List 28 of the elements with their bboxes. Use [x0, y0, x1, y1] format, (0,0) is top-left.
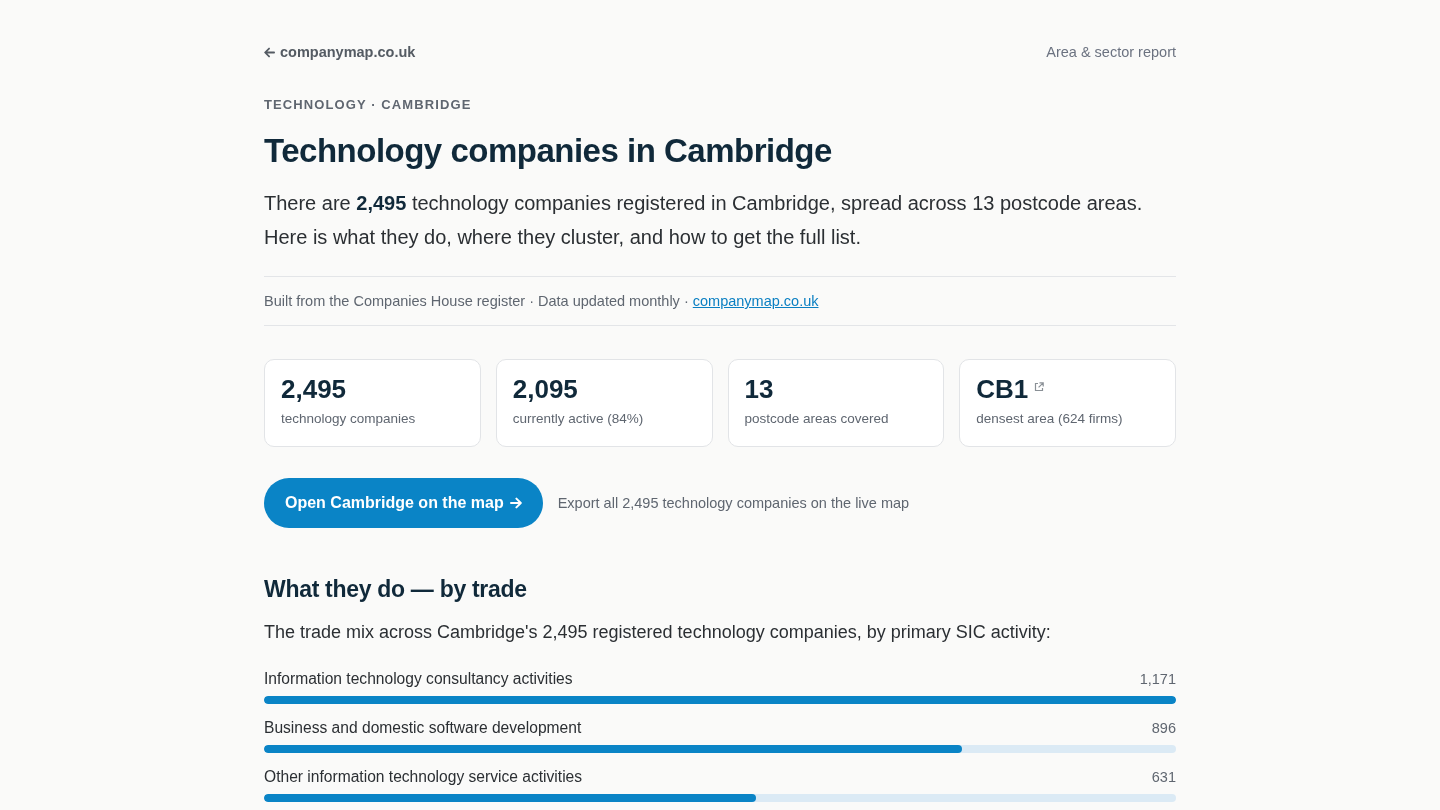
report-label: Area & sector report [1046, 44, 1176, 60]
stat-value: 2,495 [281, 374, 347, 404]
stat-value: CB1 [976, 374, 1029, 404]
stat-label: currently active (84%) [512, 410, 645, 428]
trade-label: Business and domestic software development [264, 719, 582, 737]
source-note: Built from the Companies House register · Data updated monthly · companymap.co.uk [264, 292, 820, 311]
category-eyebrow: TECHNOLOGY · CAMBRIDGE [264, 97, 473, 113]
stat-label: technology companies [281, 410, 417, 428]
trade-label: Information technology consultancy activities [264, 670, 573, 688]
open-map-button[interactable]: Open Cambridge on the map [264, 478, 543, 528]
stat-value: 2,095 [512, 374, 578, 404]
trade-count: 896 [1151, 720, 1176, 736]
trade-count: 631 [1151, 769, 1176, 785]
left-arrow-icon [264, 46, 275, 58]
intro-paragraph: There are 2,495 technology companies registered in Cambridge, spread across 13 postcode areas. Here is what they do, where they cluster, and how to get the full list. [264, 191, 1144, 250]
section-intro: The trade mix across Cambridge's 2,495 registered technology companies, by primary SIC activity: [264, 621, 1052, 644]
page-title: Technology companies in Cambridge [264, 131, 833, 171]
external-link-icon[interactable] [1034, 382, 1045, 392]
export-note: Export all 2,495 technology companies on the live map [557, 495, 910, 511]
site-link[interactable]: companymap.co.uk [692, 293, 819, 309]
stat-label: densest area (624 firms) [976, 410, 1124, 428]
section-heading: What they do — by trade [264, 575, 528, 604]
trade-label: Other information technology service activities [264, 768, 583, 786]
stat-value: 13 [744, 374, 774, 404]
right-arrow-icon [509, 497, 522, 509]
stat-label: postcode areas covered [744, 410, 890, 428]
back-link[interactable]: companymap.co.uk [264, 44, 416, 60]
trade-count: 1,171 [1139, 671, 1176, 687]
